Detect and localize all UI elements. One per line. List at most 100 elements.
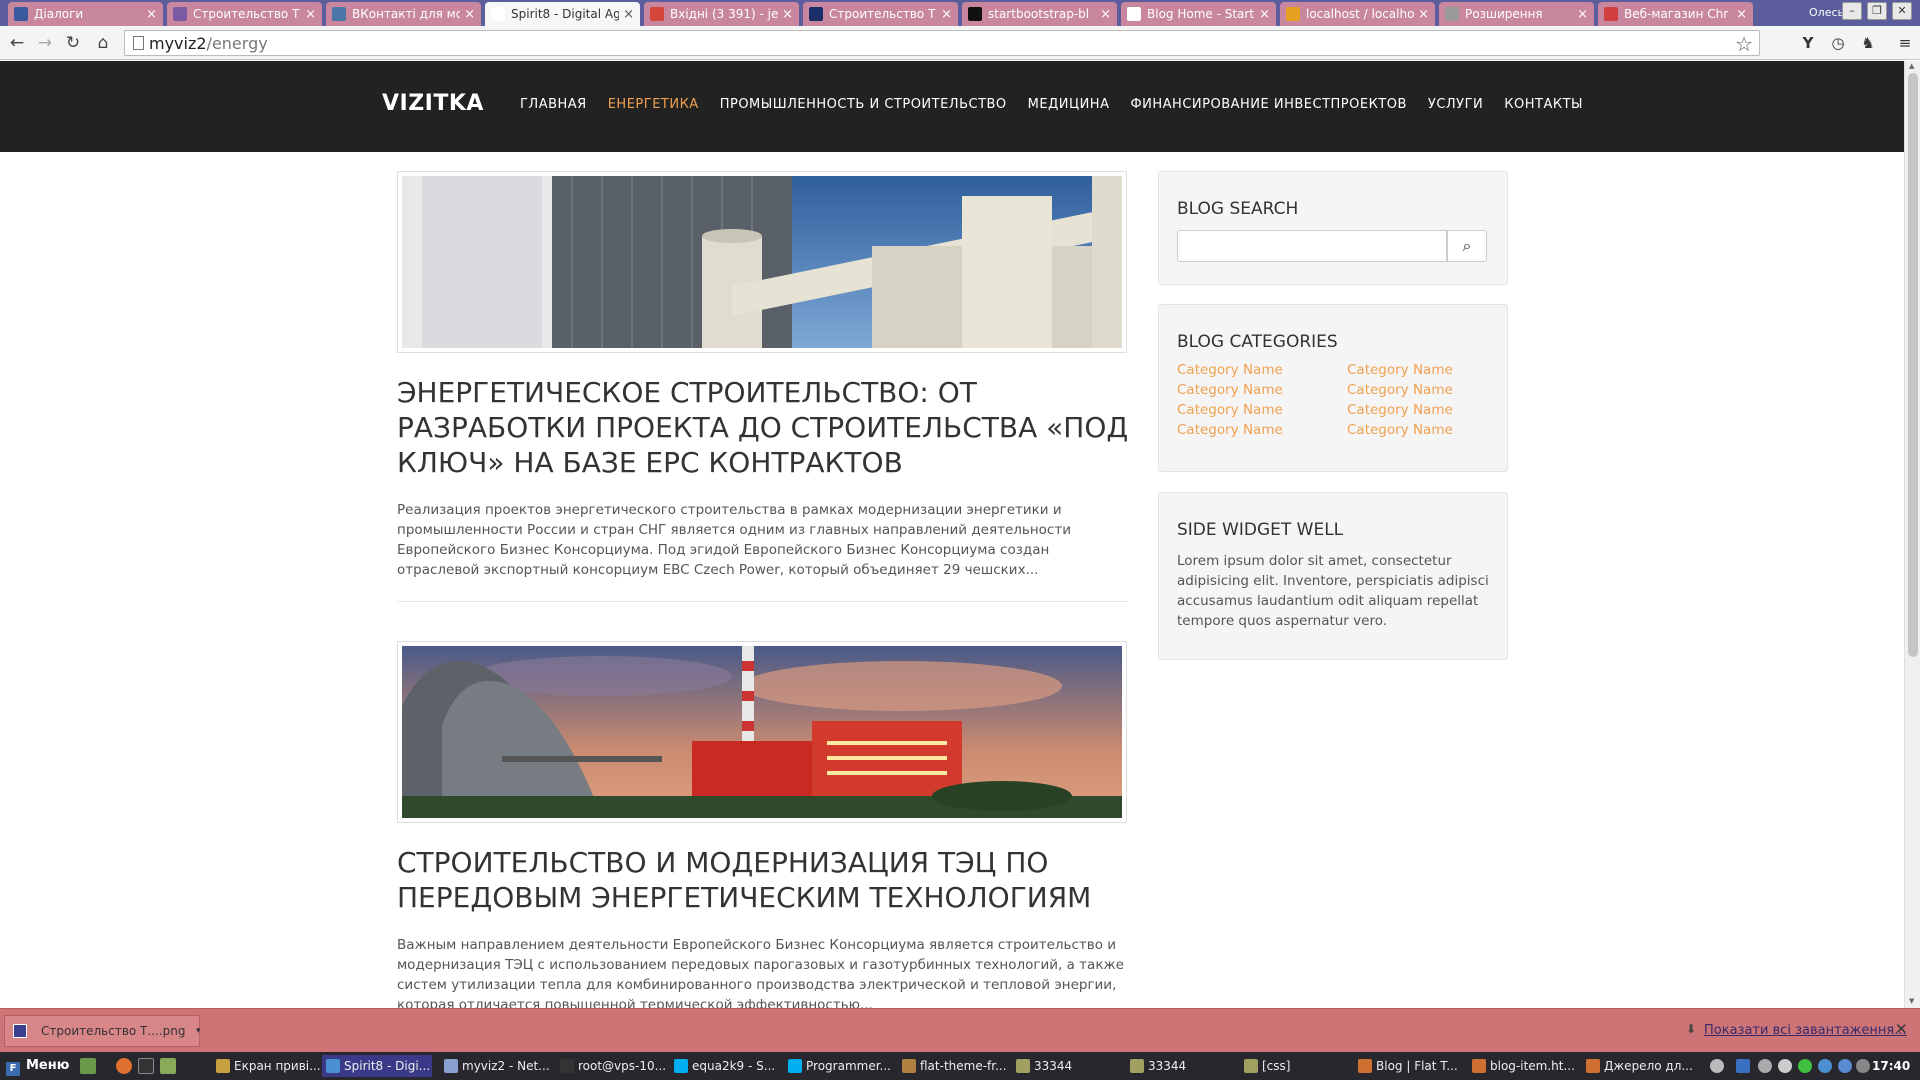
profile-name[interactable]: Олесь xyxy=(1809,6,1844,19)
browser-tab[interactable]: localhost / localho × xyxy=(1280,2,1435,26)
browser-tab[interactable]: Вхідні (3 391) - jel × xyxy=(644,2,799,26)
power-icon[interactable] xyxy=(1856,1059,1870,1073)
blog-search-input[interactable] xyxy=(1177,230,1447,262)
bookmark-star-icon[interactable]: ☆ xyxy=(1735,32,1753,56)
firefox-launcher-icon[interactable] xyxy=(116,1058,132,1074)
browser-tab[interactable]: Діалоги × xyxy=(8,2,163,26)
browser-tab[interactable]: Строительство Т × xyxy=(167,2,322,26)
minimize-icon[interactable]: – xyxy=(1842,2,1862,20)
home-icon[interactable]: ⌂ xyxy=(92,32,114,54)
browser-tab[interactable]: startbootstrap-bl × xyxy=(962,2,1117,26)
menu-item[interactable]: КОНТАКТЫ xyxy=(1504,97,1583,112)
taskbar-task[interactable]: Екран приві... xyxy=(212,1055,320,1077)
scroll-up-icon[interactable]: ▲ xyxy=(1909,62,1914,70)
shield-icon[interactable] xyxy=(1838,1059,1852,1073)
scroll-thumb[interactable] xyxy=(1908,73,1918,657)
tab-favicon-icon xyxy=(1445,7,1459,21)
category-link[interactable]: Category Name xyxy=(1347,382,1453,398)
url-host: myviz2 xyxy=(149,34,207,53)
category-link[interactable]: Category Name xyxy=(1177,422,1283,438)
folder-launcher-icon[interactable] xyxy=(160,1058,176,1074)
site-brand[interactable]: VIZITKA xyxy=(382,91,484,116)
taskbar-task[interactable]: [css] xyxy=(1240,1055,1350,1077)
menu-icon[interactable]: ≡ xyxy=(1895,33,1915,53)
terminal-launcher-icon[interactable] xyxy=(138,1058,154,1074)
category-link[interactable]: Category Name xyxy=(1347,362,1453,378)
tab-close-icon[interactable]: × xyxy=(1736,7,1747,22)
menu-item[interactable]: ГЛАВНАЯ xyxy=(520,97,587,112)
taskbar-task[interactable]: 33344 xyxy=(1126,1055,1236,1077)
tab-favicon-icon xyxy=(1286,7,1300,21)
browser-tab[interactable]: ВКонтакті для мо × xyxy=(326,2,481,26)
show-all-downloads-link[interactable]: Показати всі завантаження... xyxy=(1704,1023,1907,1038)
address-bar[interactable]: myviz2/energy ☆ xyxy=(124,30,1760,56)
start-menu-button[interactable]: F Меню xyxy=(6,1058,69,1076)
download-options-chevron-icon[interactable]: ▾ xyxy=(196,1015,206,1047)
tab-close-icon[interactable]: × xyxy=(1259,7,1270,22)
post-2-title[interactable]: СТРОИТЕЛЬСТВО И МОДЕРНИЗАЦИЯ ТЭЦ ПО ПЕРЕ… xyxy=(397,845,1137,915)
volume-icon[interactable] xyxy=(1778,1059,1792,1073)
tab-close-icon[interactable]: × xyxy=(1100,7,1111,22)
reload-icon[interactable]: ↻ xyxy=(62,32,84,54)
tab-close-icon[interactable]: × xyxy=(464,7,475,22)
close-window-icon[interactable]: ✕ xyxy=(1892,2,1912,20)
taskbar-task[interactable]: flat-theme-fr... xyxy=(898,1055,1008,1077)
tab-close-icon[interactable]: × xyxy=(1577,7,1588,22)
taskbar-task[interactable]: Spirit8 - Digi... xyxy=(322,1055,432,1077)
file-manager-launcher-icon[interactable] xyxy=(80,1058,96,1074)
network-icon[interactable] xyxy=(1758,1059,1772,1073)
update-icon[interactable] xyxy=(1798,1059,1812,1073)
browser-tab[interactable]: Строительство Т × xyxy=(803,2,958,26)
menu-item[interactable]: ФИНАНСИРОВАНИЕ ИНВЕСТПРОЕКТОВ xyxy=(1130,97,1406,112)
restore-icon[interactable]: ❐ xyxy=(1867,2,1887,20)
url-text[interactable]: myviz2/energy xyxy=(149,34,268,53)
tab-close-icon[interactable]: × xyxy=(623,7,634,22)
tab-close-icon[interactable]: × xyxy=(305,7,316,22)
yandex-extension-icon[interactable]: Y xyxy=(1798,33,1818,53)
browser-tab[interactable]: Веб-магазин Chr × xyxy=(1598,2,1753,26)
download-item[interactable]: Строительство Т....png xyxy=(4,1015,200,1047)
extension-icon[interactable]: ♞ xyxy=(1858,33,1878,53)
browser-tab[interactable]: Розширення × xyxy=(1439,2,1594,26)
scroll-down-icon[interactable]: ▼ xyxy=(1909,997,1914,1005)
search-button[interactable]: ⌕ xyxy=(1447,230,1487,262)
tab-close-icon[interactable]: × xyxy=(782,7,793,22)
forward-icon[interactable]: → xyxy=(34,32,56,54)
tab-close-icon[interactable]: × xyxy=(941,7,952,22)
menu-item[interactable]: ЕНЕРГЕТИКА xyxy=(608,97,699,112)
taskbar-task[interactable]: Джерело дл... xyxy=(1582,1055,1692,1077)
menu-item[interactable]: МЕДИЦИНА xyxy=(1028,97,1110,112)
history-extension-icon[interactable]: ◷ xyxy=(1828,33,1848,53)
post-1-image[interactable] xyxy=(397,171,1127,353)
browser-tab[interactable]: Blog Home - Start × xyxy=(1121,2,1276,26)
taskbar-task[interactable]: blog-item.ht... xyxy=(1468,1055,1578,1077)
taskbar-task[interactable]: myviz2 - Net... xyxy=(440,1055,550,1077)
taskbar-task[interactable]: Blog | Flat T... xyxy=(1354,1055,1464,1077)
category-link[interactable]: Category Name xyxy=(1347,402,1453,418)
post-1-image-art xyxy=(402,176,1122,348)
post-2-image[interactable] xyxy=(397,641,1127,823)
main-menu: ГЛАВНАЯ ЕНЕРГЕТИКА ПРОМЫШЛЕННОСТЬ И СТРОИТ… xyxy=(520,97,1604,112)
category-link[interactable]: Category Name xyxy=(1347,422,1453,438)
taskbar-task[interactable]: 33344 xyxy=(1012,1055,1122,1077)
browser-tab[interactable]: Spirit8 - Digital Ag × xyxy=(485,2,640,26)
taskbar-task[interactable]: root@vps-10... xyxy=(556,1055,666,1077)
category-link[interactable]: Category Name xyxy=(1177,402,1283,418)
category-link[interactable]: Category Name xyxy=(1177,382,1283,398)
chrome-tray-icon[interactable] xyxy=(1818,1059,1832,1073)
taskbar-task[interactable]: equa2k9 - S... xyxy=(670,1055,780,1077)
post-1-title[interactable]: ЭНЕРГЕТИЧЕСКОЕ СТРОИТЕЛЬСТВО: ОТ РАЗРАБО… xyxy=(397,375,1137,480)
post-1-excerpt: Реализация проектов энергетического стро… xyxy=(397,502,1071,578)
taskbar-task[interactable]: Programmer... xyxy=(784,1055,894,1077)
task-app-icon xyxy=(1358,1059,1372,1073)
page-scrollbar[interactable]: ▲ ▼ xyxy=(1904,61,1920,1008)
menu-item[interactable]: УСЛУГИ xyxy=(1428,97,1483,112)
tab-close-icon[interactable]: × xyxy=(146,7,157,22)
category-link[interactable]: Category Name xyxy=(1177,362,1283,378)
menu-item[interactable]: ПРОМЫШЛЕННОСТЬ И СТРОИТЕЛЬСТВО xyxy=(720,97,1007,112)
back-icon[interactable]: ← xyxy=(6,32,28,54)
tab-close-icon[interactable]: × xyxy=(1418,7,1429,22)
user-tray-icon[interactable] xyxy=(1710,1059,1724,1073)
keyboard-layout-icon[interactable] xyxy=(1736,1059,1750,1073)
close-download-bar-icon[interactable]: ✕ xyxy=(1895,1020,1908,1038)
